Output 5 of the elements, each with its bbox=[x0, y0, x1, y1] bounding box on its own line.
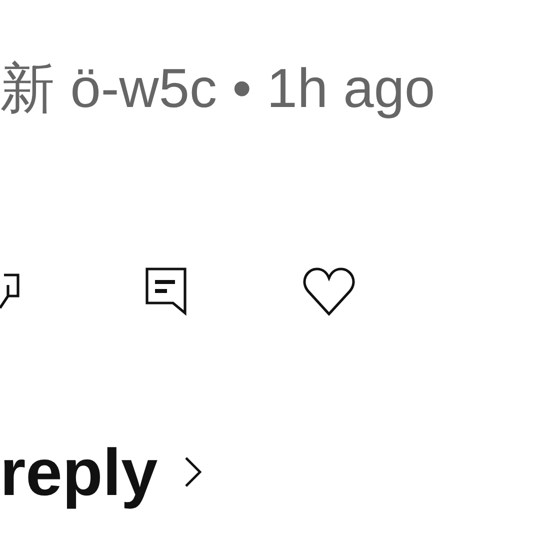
comment-icon[interactable] bbox=[145, 267, 187, 317]
reply-link[interactable]: reply bbox=[0, 434, 202, 510]
heart-icon[interactable] bbox=[303, 267, 355, 317]
comment-meta: 新 ö-w5c • 1h ago bbox=[0, 56, 436, 121]
chevron-right-icon bbox=[184, 456, 202, 488]
